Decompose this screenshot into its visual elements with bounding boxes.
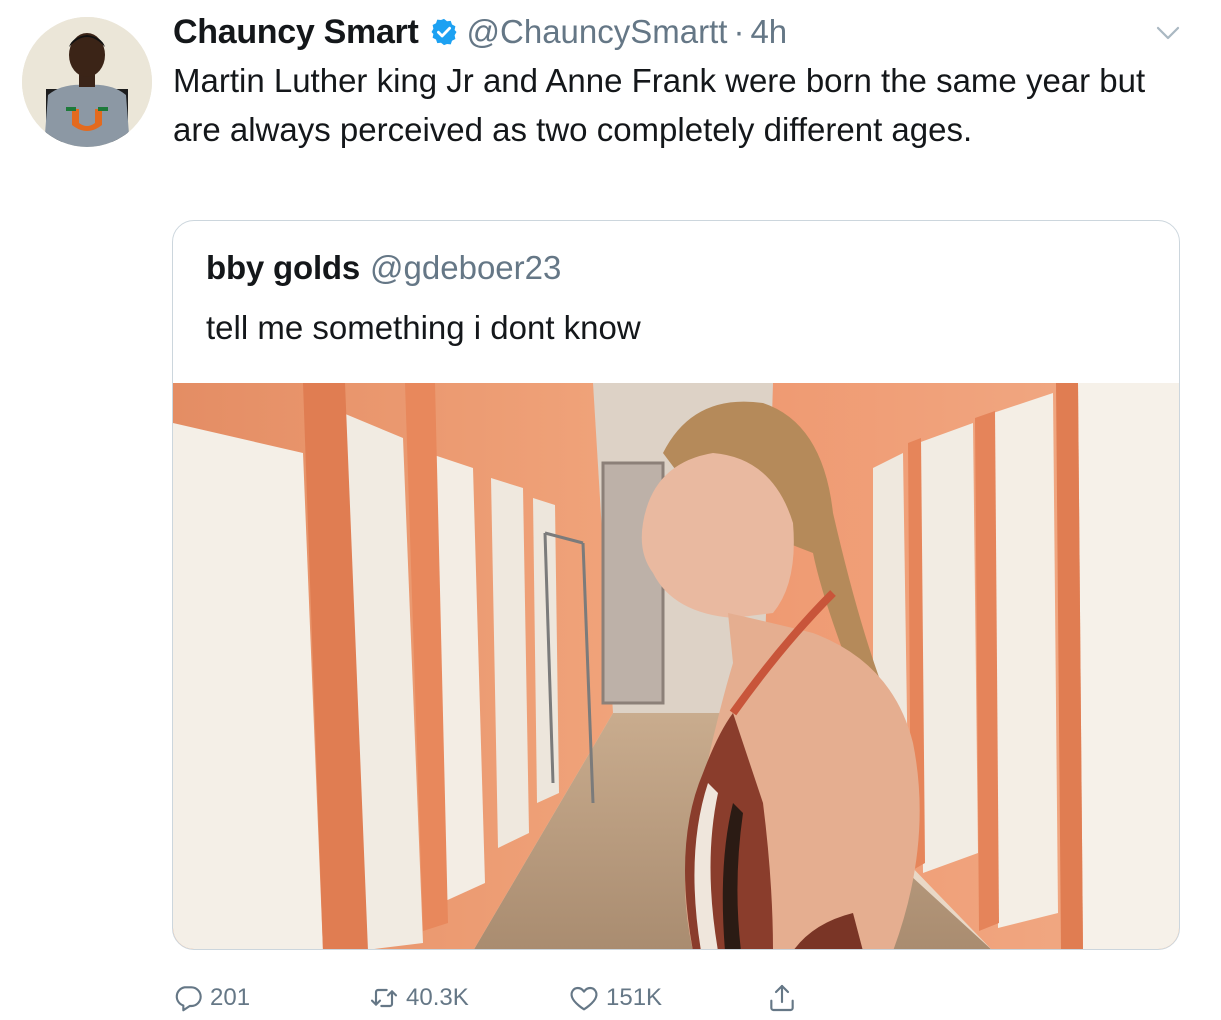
quoted-tweet-text: tell me something i dont know [206,309,641,346]
avatar-image [22,17,152,147]
chevron-down-icon[interactable] [1153,18,1183,48]
tweet-header: Chauncy Smart @ChauncySmartt · 4h [173,12,787,52]
heart-icon [570,986,598,1011]
retweet-icon [370,988,398,1008]
separator-dot: · [733,13,745,50]
author-name[interactable]: Chauncy Smart [173,13,419,52]
quoted-tweet-photo[interactable] [173,383,1179,949]
retweet-button[interactable]: 40.3K [368,980,469,1016]
quoted-tweet-header: bby golds @gdeboer23 [206,249,561,287]
fitting-room-photo [173,383,1179,949]
like-button[interactable]: 151K [568,980,662,1016]
tweet[interactable]: Chauncy Smart @ChauncySmartt · 4h Martin… [0,0,1221,1020]
quoted-tweet-card[interactable]: bby golds @gdeboer23 tell me something i… [172,220,1180,950]
tweet-text: Martin Luther king Jr and Anne Frank wer… [173,62,1146,148]
share-button[interactable] [766,980,798,1016]
tweet-actions: 201 40.3K 151K [172,980,832,1020]
retweet-count: 40.3K [406,984,469,1011]
timestamp[interactable]: 4h [750,13,787,51]
like-count: 151K [606,984,663,1011]
avatar[interactable] [22,17,152,147]
share-icon [770,984,794,1012]
reply-count: 201 [210,984,251,1011]
author-handle[interactable]: @ChauncySmartt [467,13,728,51]
verified-badge-icon [429,17,459,47]
reply-icon [175,986,202,1012]
quoted-author-name: bby golds [206,249,361,286]
reply-button[interactable]: 201 [172,980,250,1016]
quoted-author-handle: @gdeboer23 [370,249,562,286]
